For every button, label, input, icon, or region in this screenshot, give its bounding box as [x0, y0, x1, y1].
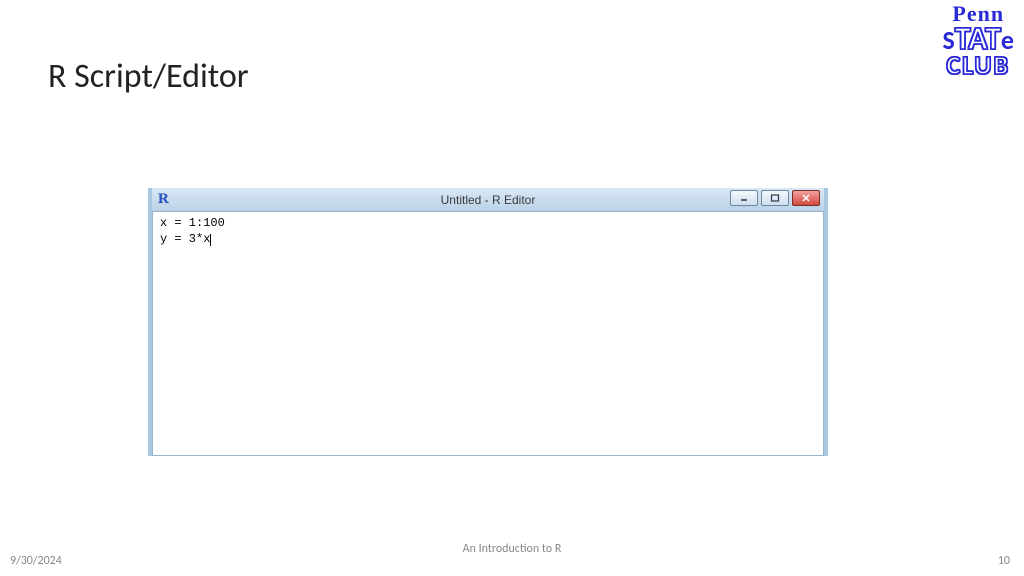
slide: R Script/Editor Penn STATe CLUB R Untitl…: [0, 0, 1024, 576]
footer-page-number: 10: [998, 554, 1010, 568]
close-button[interactable]: [792, 190, 820, 206]
club-logo: Penn STATe CLUB: [943, 4, 1014, 78]
logo-line3: CLUB: [943, 54, 1014, 78]
slide-title: R Script/Editor: [48, 56, 249, 97]
code-editor[interactable]: x = 1:100 y = 3*x: [152, 212, 824, 251]
footer-date: 9/30/2024: [10, 554, 62, 568]
footer-center: An Introduction to R: [0, 542, 1024, 556]
text-cursor: [210, 234, 211, 246]
code-line-1: x = 1:100: [160, 216, 225, 230]
window-titlebar: R Untitled - R Editor: [152, 188, 824, 212]
maximize-icon: [770, 194, 780, 202]
close-icon: [801, 194, 811, 202]
minimize-icon: [739, 194, 749, 202]
code-line-2: y = 3*x: [160, 232, 210, 246]
maximize-button[interactable]: [761, 190, 789, 206]
minimize-button[interactable]: [730, 190, 758, 206]
r-editor-window: R Untitled - R Editor x = 1:100 y = 3*x: [148, 188, 828, 456]
window-title: Untitled - R Editor: [152, 193, 824, 207]
